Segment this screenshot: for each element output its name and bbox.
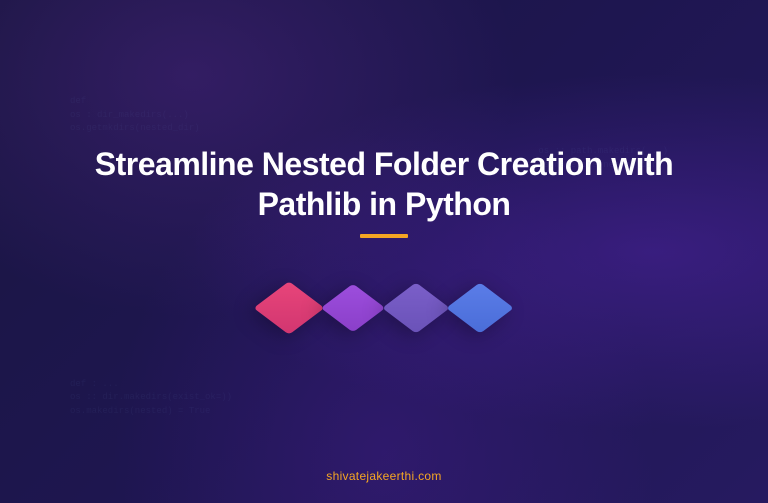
footer-url: shivatejakeerthi.com (326, 469, 441, 483)
diamond-icon (446, 282, 514, 333)
diamond-icon (253, 281, 324, 334)
page-title: Streamline Nested Folder Creation with P… (95, 144, 673, 224)
title-line-2: Pathlib in Python (258, 186, 511, 222)
title-line-1: Streamline Nested Folder Creation with (95, 146, 673, 182)
diamond-icon (382, 282, 450, 333)
decorative-diamonds-row (267, 286, 501, 330)
decorative-code-snippet: def : ... os :: dir.makedirs(exist_ok=))… (70, 378, 232, 419)
hero-content: Streamline Nested Folder Creation with P… (95, 144, 673, 330)
decorative-code-snippet: def os : dir_makedirs(...) os.getmkdirs(… (70, 95, 200, 136)
title-underline-accent (360, 234, 408, 238)
diamond-icon (321, 283, 386, 332)
